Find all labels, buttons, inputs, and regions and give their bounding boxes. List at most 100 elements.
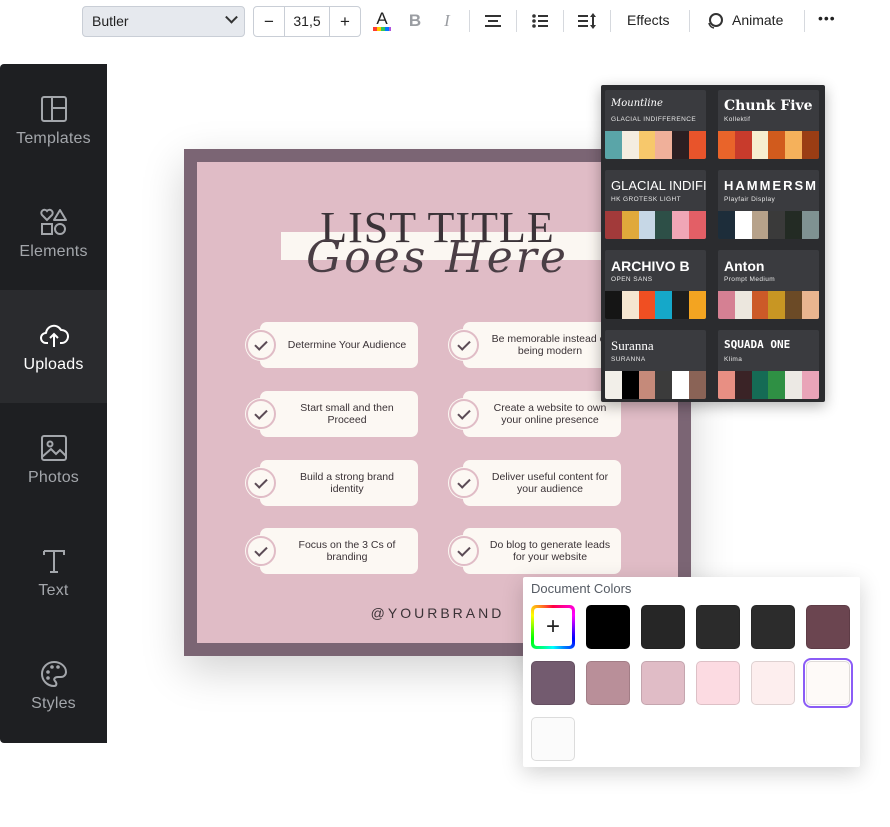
palette-swatch [689, 211, 706, 239]
font-combo-title: ARCHIVO B [611, 258, 690, 274]
palette-swatch [734, 131, 752, 159]
palette-swatch [802, 291, 819, 319]
color-swatch[interactable] [586, 605, 630, 649]
color-swatch[interactable] [531, 717, 575, 761]
sidebar-item-elements[interactable]: Elements [0, 177, 107, 290]
color-swatch[interactable] [586, 661, 630, 705]
font-size-input[interactable]: 31,5 [284, 7, 330, 36]
list-item[interactable]: Deliver useful content for your audience [463, 460, 621, 506]
font-combo-subtitle: Kollektif [724, 116, 751, 123]
font-combo-palette [718, 371, 819, 399]
italic-button[interactable]: I [434, 8, 460, 34]
font-combo-card[interactable]: Anton Prompt Medium [718, 250, 819, 319]
check-icon [246, 330, 276, 360]
font-combo-card[interactable]: HAMMERSM Playfair Display [718, 170, 819, 239]
toolbar-divider [804, 10, 805, 32]
font-combo-palette [605, 291, 706, 319]
list-item[interactable]: Start small and then Proceed [260, 391, 418, 437]
color-swatch[interactable] [696, 605, 740, 649]
palette-swatch [605, 131, 622, 159]
animate-button[interactable]: Animate [732, 12, 783, 28]
palette-swatch [718, 371, 735, 399]
increase-font-size-button[interactable]: + [330, 7, 360, 36]
font-combo-palette [605, 371, 706, 399]
color-swatch[interactable] [531, 661, 575, 705]
palette-swatch [655, 131, 673, 159]
chevron-down-icon [225, 10, 238, 24]
palette-swatch [718, 131, 735, 159]
palette-swatch [672, 211, 690, 239]
color-swatch[interactable] [641, 661, 685, 705]
uploads-icon [39, 324, 69, 347]
font-combo-card[interactable]: GLACIAL INDIFI HK GROTESK LIGHT [605, 170, 706, 239]
list-item[interactable]: Create a website to own your online pres… [463, 391, 621, 437]
sidebar-item-uploads[interactable]: Uploads [0, 290, 107, 403]
font-combo-subtitle: GLACIAL INDIFFERENCE [611, 116, 697, 123]
check-icon [449, 330, 479, 360]
list-item[interactable]: Be memorable instead of being modern [463, 322, 621, 368]
list-item[interactable]: Determine Your Audience [260, 322, 418, 368]
templates-icon [40, 95, 67, 122]
font-family-dropdown[interactable]: Butler [82, 6, 245, 37]
list-item-text: Focus on the 3 Cs of branding [298, 539, 396, 563]
add-color-button[interactable]: + [531, 605, 575, 649]
font-combo-card[interactable]: Chunk Five Kollektif [718, 90, 819, 159]
font-size-stepper[interactable]: − 31,5 + [253, 6, 361, 37]
italic-icon: I [444, 11, 450, 30]
font-combo-card[interactable]: ARCHIVO B OPEN SANS [605, 250, 706, 319]
font-combo-title: GLACIAL INDIFI [611, 178, 706, 193]
palette-swatch [672, 291, 690, 319]
list-item[interactable]: Build a strong brand identity [260, 460, 418, 506]
color-swatch[interactable] [696, 661, 740, 705]
bold-button[interactable]: B [402, 8, 428, 34]
font-combo-subtitle: OPEN SANS [611, 276, 653, 283]
color-swatch[interactable] [806, 605, 850, 649]
list-item-text: Create a website to own your online pres… [493, 402, 607, 426]
text-color-button[interactable]: A [369, 8, 395, 34]
list-item[interactable]: Focus on the 3 Cs of branding [260, 528, 418, 574]
palette-swatch [655, 211, 673, 239]
list-item-text: Deliver useful content for your audience [491, 471, 609, 495]
text-icon [42, 549, 65, 573]
decrease-font-size-button[interactable]: − [254, 7, 284, 36]
palette-swatch [605, 211, 622, 239]
color-swatch[interactable] [641, 605, 685, 649]
font-combo-card[interactable]: SQUADA ONE Klima [718, 330, 819, 399]
palette-swatch [768, 291, 786, 319]
sidebar-item-templates[interactable]: Templates [0, 64, 107, 177]
sidebar-item-styles[interactable]: Styles [0, 629, 107, 742]
palette-swatch [785, 211, 803, 239]
palette-swatch [751, 291, 769, 319]
check-icon [246, 399, 276, 429]
sidebar-item-label: Photos [27, 468, 79, 486]
palette-swatch [638, 211, 656, 239]
toolbar-divider [610, 10, 611, 32]
effects-button[interactable]: Effects [627, 12, 670, 28]
palette-swatch [689, 371, 706, 399]
more-options-button[interactable]: ••• [818, 10, 836, 26]
palette-swatch [768, 131, 786, 159]
color-swatch[interactable] [751, 661, 795, 705]
palette-swatch [802, 211, 819, 239]
list-item-text: Start small and then Proceed [300, 402, 394, 426]
font-combo-card[interactable]: Suranna SURANNA [605, 330, 706, 399]
spacing-button[interactable] [574, 8, 600, 34]
color-swatch[interactable] [751, 605, 795, 649]
font-combo-title: Anton [724, 258, 765, 274]
sidebar-item-photos[interactable]: Photos [0, 403, 107, 516]
color-swatch[interactable] [803, 658, 853, 708]
document-colors-panel: Document Colors + [523, 577, 860, 767]
palette-swatch [785, 291, 803, 319]
font-combo-card[interactable]: Mountline GLACIAL INDIFFERENCE [605, 90, 706, 159]
palette-swatch [638, 371, 656, 399]
palette-swatch [689, 291, 706, 319]
list-button[interactable] [527, 8, 553, 34]
font-combo-subtitle: Klima [724, 356, 743, 363]
sidebar-item-text[interactable]: Text [0, 516, 107, 629]
toolbar: Butler − 31,5 + A B I Effects Animate ••… [0, 0, 890, 42]
list-item[interactable]: Do blog to generate leads for your websi… [463, 528, 621, 574]
toolbar-divider [563, 10, 564, 32]
toolbar-divider [689, 10, 690, 32]
app: Butler − 31,5 + A B I Effects Animate ••… [0, 0, 890, 827]
align-button[interactable] [480, 8, 506, 34]
